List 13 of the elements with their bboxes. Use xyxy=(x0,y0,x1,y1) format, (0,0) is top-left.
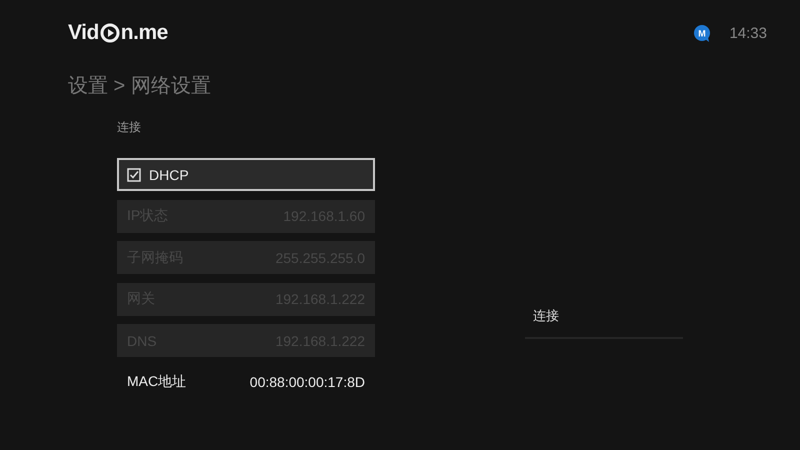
menu-item[interactable]: 连接 xyxy=(525,307,683,339)
field-label: MAC地址 xyxy=(127,373,186,391)
dhcp-option[interactable]: DHCP xyxy=(117,158,375,191)
message-icon[interactable]: M xyxy=(693,24,712,42)
logo-text: Vid xyxy=(68,21,99,45)
option-label: DHCP xyxy=(149,166,189,182)
field-value: 00:88:00:00:17:8D xyxy=(250,374,365,390)
logo-text: n.me xyxy=(120,21,168,45)
section-title: 连接 xyxy=(117,119,142,136)
checkbox[interactable] xyxy=(127,168,141,182)
clock-time: 14:33 xyxy=(729,24,767,42)
breadcrumb: 设置 > 网络设置 xyxy=(68,74,212,99)
play-icon xyxy=(100,23,120,43)
